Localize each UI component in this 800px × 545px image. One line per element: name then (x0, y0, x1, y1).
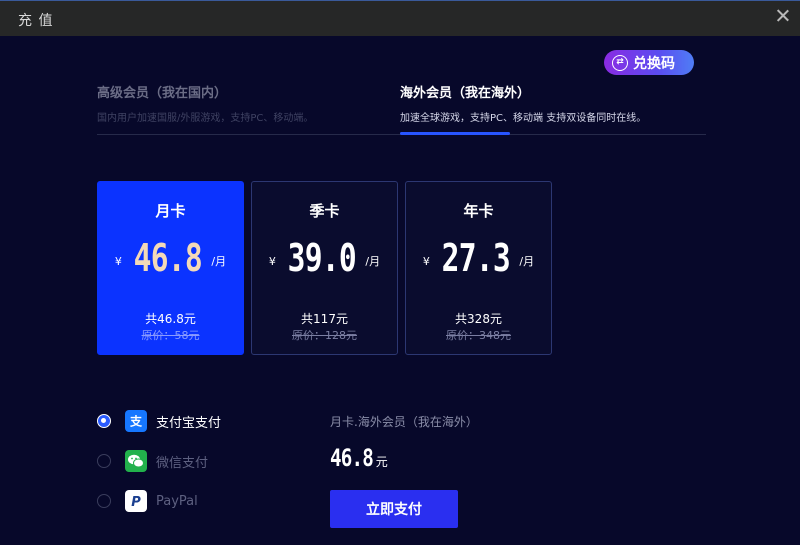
plan-original-price: 原价：348元 (446, 329, 511, 342)
order-total: 46.8 元 (330, 444, 388, 472)
plan-total: 共117元 (301, 312, 348, 326)
alipay-icon: 支 (125, 410, 147, 432)
payment-option-paypal[interactable]: P PayPal (97, 490, 198, 512)
currency-symbol: ¥ (422, 255, 430, 268)
payment-option-wechat[interactable]: 微信支付 (97, 450, 208, 472)
price-period: /月 (365, 255, 381, 268)
plan-price: ¥46.8/月 (98, 236, 243, 280)
price-period: /月 (211, 255, 227, 268)
radio-button[interactable] (97, 494, 111, 508)
svg-text:支: 支 (129, 414, 143, 429)
payment-label: 支付宝支付 (156, 415, 222, 431)
order-total-amount: 46.8 (330, 444, 374, 472)
price-amount: 46.8 (133, 236, 203, 280)
radio-button[interactable] (97, 454, 111, 468)
active-tab-indicator (400, 132, 510, 135)
payment-option-alipay[interactable]: 支 支付宝支付 (97, 410, 221, 432)
pay-now-button[interactable]: 立即支付 (330, 490, 458, 528)
tab-description: 加速全球游戏，支持PC、移动端 支持双设备同时在线。 (400, 113, 647, 124)
plan-total: 共328元 (455, 312, 502, 326)
plan-card-quarterly[interactable]: 季卡 ¥39.0/月 共117元 原价：128元 (251, 181, 398, 355)
redeem-code-label: 兑换码 (633, 55, 675, 72)
close-icon[interactable] (774, 7, 792, 25)
currency-symbol: ¥ (268, 255, 276, 268)
tab-label: 海外会员（我在海外） (400, 86, 531, 101)
plan-total: 共46.8元 (145, 312, 196, 326)
order-total-unit: 元 (375, 455, 388, 469)
price-period: /月 (519, 255, 535, 268)
svg-text:P: P (131, 495, 141, 509)
paypal-icon: P (125, 490, 147, 512)
exchange-icon: ⇄ (612, 54, 628, 71)
plan-name: 季卡 (309, 202, 340, 220)
price-amount: 27.3 (441, 236, 511, 280)
plan-card-yearly[interactable]: 年卡 ¥27.3/月 共328元 原价：348元 (405, 181, 552, 355)
tab-domestic-member[interactable]: 高级会员（我在国内） 国内用户加速国服/外服游戏，支持PC、移动端。 (97, 82, 313, 124)
price-amount: 39.0 (287, 236, 357, 280)
payment-label: 微信支付 (156, 455, 209, 471)
plan-name: 月卡 (155, 202, 186, 220)
plan-name: 年卡 (463, 202, 494, 220)
plan-price: ¥39.0/月 (252, 236, 397, 280)
wechat-icon (125, 450, 147, 472)
window-title: 充 值 (18, 13, 54, 29)
plan-card-monthly[interactable]: 月卡 ¥46.8/月 共46.8元 原价：58元 (97, 181, 244, 355)
radio-button[interactable] (97, 414, 111, 428)
payment-label: PayPal (156, 493, 198, 509)
plan-original-price: 原价：58元 (141, 329, 200, 342)
plan-original-price: 原价：128元 (292, 329, 357, 342)
tab-label: 高级会员（我在国内） (97, 86, 228, 101)
tab-description: 国内用户加速国服/外服游戏，支持PC、移动端。 (97, 113, 314, 124)
order-summary-product: 月卡.海外会员（我在海外） (330, 415, 478, 429)
currency-symbol: ¥ (114, 255, 122, 268)
plan-price: ¥27.3/月 (406, 236, 551, 280)
redeem-code-button[interactable]: ⇄ 兑换码 (604, 50, 694, 75)
title-bar: 充 值 (0, 0, 800, 36)
tab-overseas-member[interactable]: 海外会员（我在海外） 加速全球游戏，支持PC、移动端 支持双设备同时在线。 (400, 82, 646, 124)
